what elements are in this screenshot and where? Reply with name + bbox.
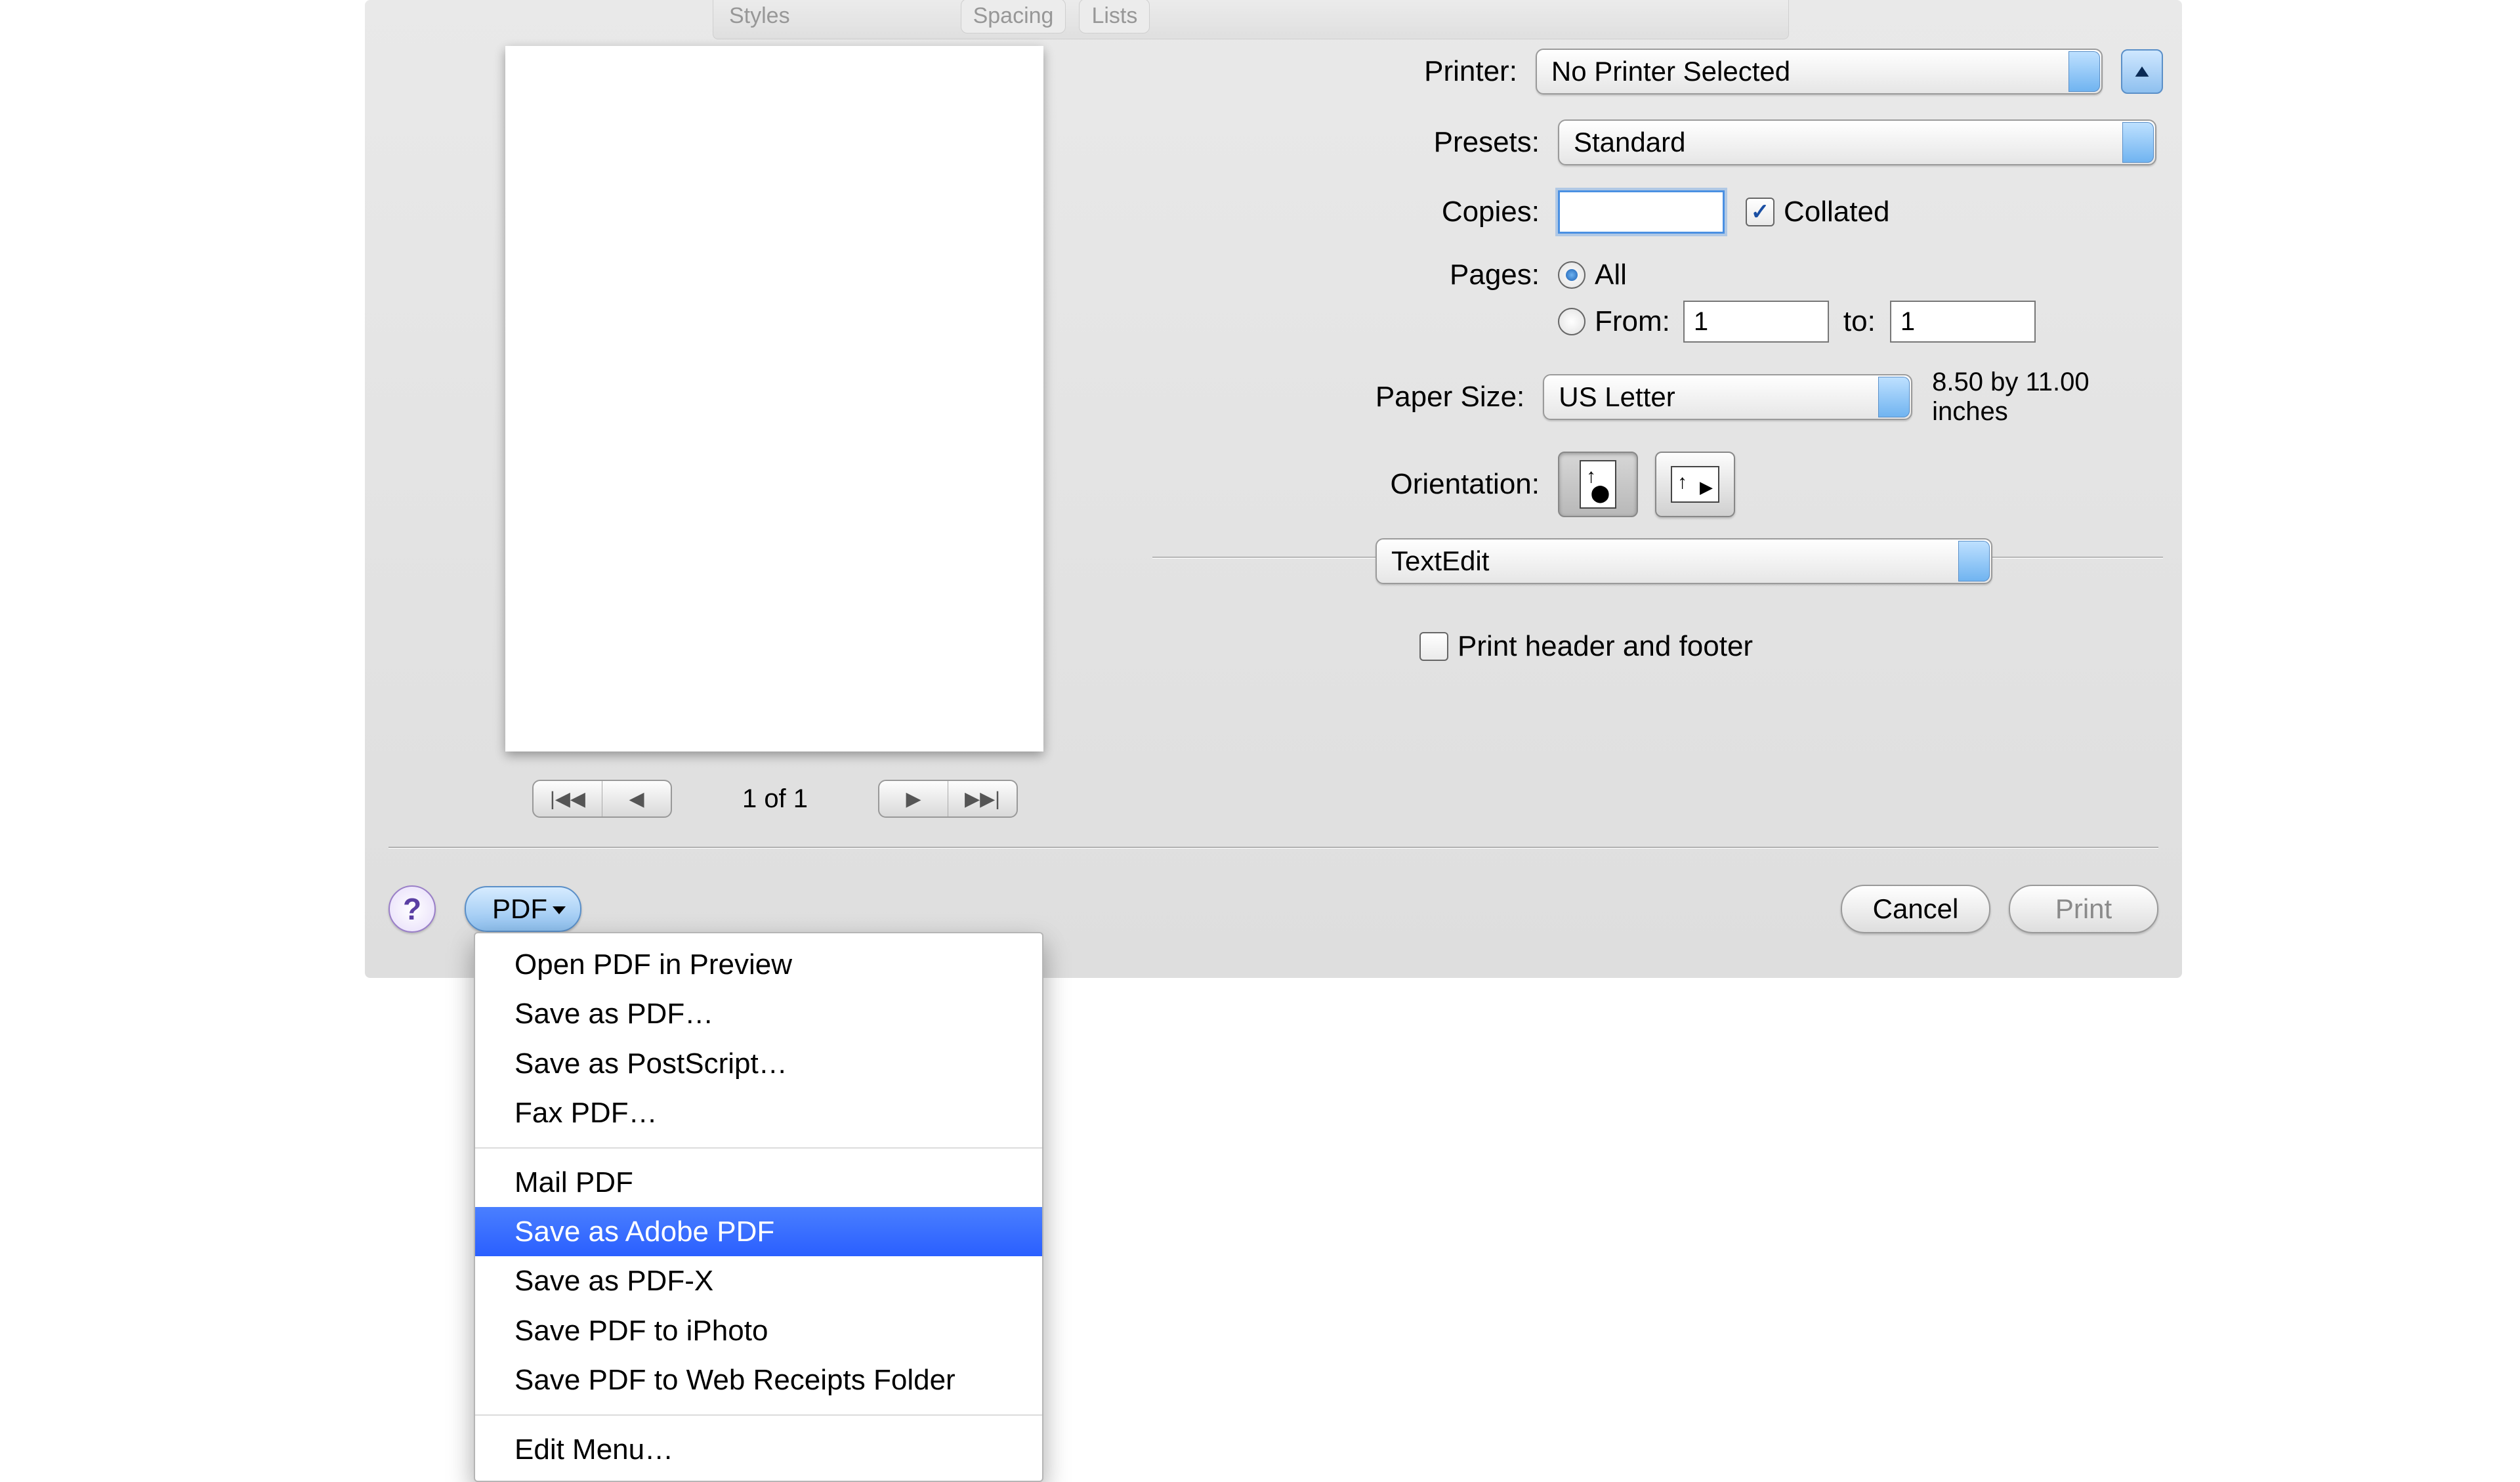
- presets-label: Presets:: [1159, 126, 1558, 159]
- last-page-button[interactable]: ▶▶|: [948, 781, 1017, 816]
- ghost-styles: Styles: [729, 3, 790, 29]
- prev-page-button[interactable]: ◀: [602, 781, 671, 816]
- menu-separator: [475, 1147, 1042, 1149]
- background-toolbar: Styles Spacing Lists: [713, 0, 1789, 39]
- menu-separator: [475, 1414, 1042, 1416]
- printer-popup[interactable]: No Printer Selected: [1536, 49, 2103, 95]
- orientation-label: Orientation:: [1159, 468, 1558, 501]
- landscape-icon: ↑▶: [1671, 466, 1719, 503]
- next-page-button[interactable]: ▶: [879, 781, 948, 816]
- print-dialog: Styles Spacing Lists |◀◀ ◀ 1 of 1 ▶ ▶▶| …: [365, 0, 2182, 978]
- menu-item-save-adobe-pdf[interactable]: Save as Adobe PDF: [475, 1207, 1042, 1256]
- updown-icon: [1888, 387, 1902, 407]
- collated-label: Collated: [1784, 196, 1889, 228]
- menu-item-open-preview[interactable]: Open PDF in Preview: [475, 940, 1042, 989]
- paper-size-popup[interactable]: US Letter: [1543, 374, 1912, 420]
- menu-item-save-webreceipts[interactable]: Save PDF to Web Receipts Folder: [475, 1355, 1042, 1405]
- ghost-lists: Lists: [1079, 0, 1150, 33]
- portrait-icon: ↑⬤: [1580, 460, 1616, 509]
- paper-size-value: US Letter: [1559, 381, 1675, 413]
- pages-from-input[interactable]: 1: [1683, 301, 1829, 343]
- pages-to-input[interactable]: 1: [1890, 301, 2036, 343]
- separator: [388, 847, 2158, 848]
- pdf-button-label: PDF: [492, 893, 547, 925]
- copies-input[interactable]: [1558, 190, 1725, 234]
- menu-item-save-pdf[interactable]: Save as PDF…: [475, 989, 1042, 1038]
- header-footer-label: Print header and footer: [1458, 630, 1753, 663]
- printer-label: Printer:: [1159, 55, 1536, 88]
- first-page-button[interactable]: |◀◀: [534, 781, 602, 816]
- help-button[interactable]: ?: [388, 885, 436, 933]
- pages-from-label: From:: [1595, 305, 1670, 338]
- pages-all-radio[interactable]: [1558, 261, 1586, 289]
- collapse-disclosure-button[interactable]: [2121, 49, 2163, 94]
- pages-from-radio[interactable]: [1558, 308, 1586, 335]
- paper-dims-label: 8.50 by 11.00 inches: [1932, 368, 2163, 427]
- menu-item-save-pdfx[interactable]: Save as PDF-X: [475, 1256, 1042, 1305]
- copies-label: Copies:: [1159, 196, 1558, 228]
- menu-item-mail-pdf[interactable]: Mail PDF: [475, 1158, 1042, 1207]
- paper-size-label: Paper Size:: [1159, 381, 1543, 413]
- presets-popup[interactable]: Standard: [1558, 119, 2156, 165]
- pages-to-label: to:: [1843, 305, 1876, 338]
- app-section-value: TextEdit: [1391, 545, 1489, 577]
- menu-item-save-iphoto[interactable]: Save PDF to iPhoto: [475, 1306, 1042, 1355]
- page-count-label: 1 of 1: [686, 784, 864, 814]
- menu-item-fax-pdf[interactable]: Fax PDF…: [475, 1088, 1042, 1137]
- triangle-up-icon: [2133, 63, 2151, 80]
- pages-label: Pages:: [1159, 259, 1558, 291]
- page-navigator: |◀◀ ◀ 1 of 1 ▶ ▶▶|: [532, 779, 1018, 818]
- updown-icon: [2078, 62, 2093, 81]
- pages-all-label: All: [1595, 259, 1627, 291]
- presets-value: Standard: [1574, 127, 1685, 158]
- page-preview: [505, 46, 1043, 752]
- updown-icon: [2132, 133, 2147, 152]
- orientation-landscape-button[interactable]: ↑▶: [1655, 452, 1735, 517]
- pdf-menu: Open PDF in Preview Save as PDF… Save as…: [474, 932, 1043, 1482]
- collated-checkbox[interactable]: [1746, 198, 1774, 226]
- app-section-popup[interactable]: TextEdit: [1376, 538, 1992, 584]
- printer-value: No Printer Selected: [1551, 56, 1790, 87]
- orientation-portrait-button[interactable]: ↑⬤: [1558, 452, 1638, 517]
- header-footer-checkbox[interactable]: [1419, 632, 1448, 661]
- pdf-menu-button[interactable]: PDF: [465, 886, 581, 932]
- updown-icon: [1968, 551, 1983, 571]
- menu-item-save-postscript[interactable]: Save as PostScript…: [475, 1039, 1042, 1088]
- menu-item-edit-menu[interactable]: Edit Menu…: [475, 1425, 1042, 1474]
- cancel-button[interactable]: Cancel: [1841, 885, 1990, 933]
- print-button[interactable]: Print: [2009, 885, 2158, 933]
- ghost-spacing: Spacing: [961, 0, 1066, 33]
